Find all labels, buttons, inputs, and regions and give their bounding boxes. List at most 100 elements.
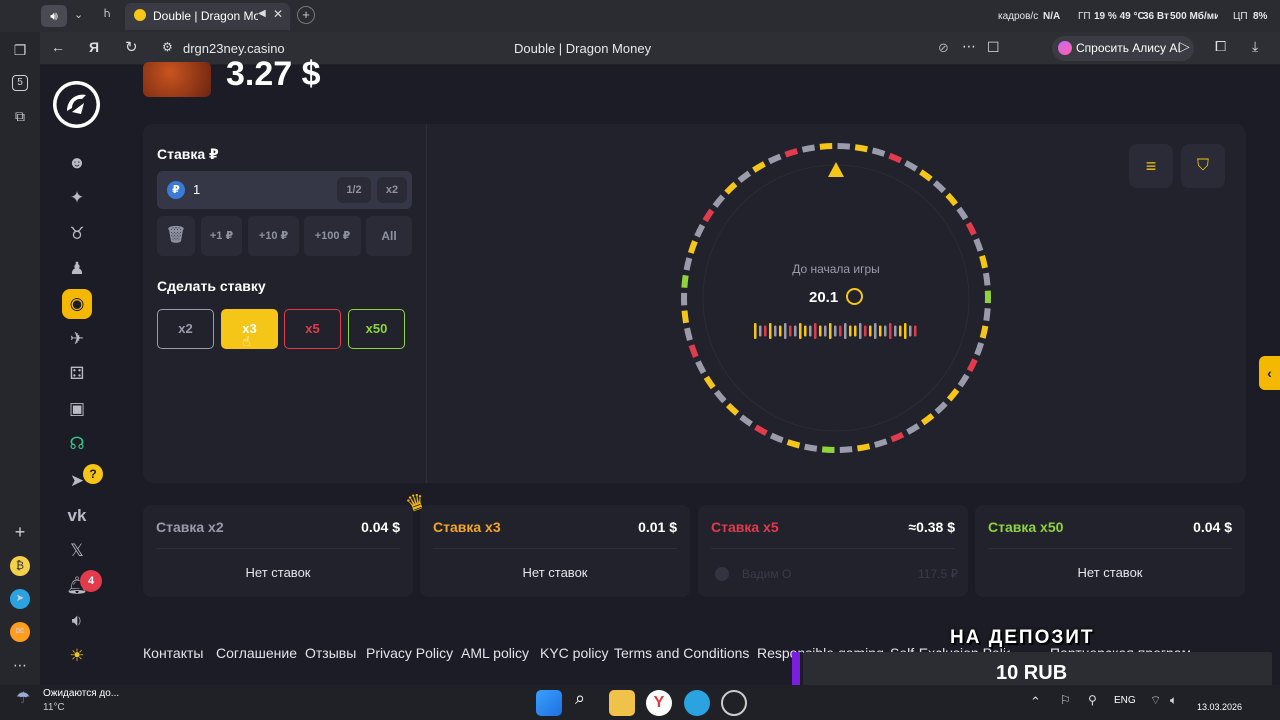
notification-count-badge: 4 <box>80 570 102 592</box>
wheel-segment <box>888 152 903 164</box>
half-button[interactable]: 1/2 <box>337 177 371 203</box>
wheel-segment <box>725 402 740 416</box>
tray-app-icon[interactable]: ⚐ <box>1060 693 1071 707</box>
five-icon[interactable]: 5 <box>12 75 28 91</box>
bet-x2-button[interactable]: x2 <box>157 309 214 349</box>
volume-icon[interactable]: 🔈︎ <box>1170 693 1177 708</box>
crash-icon[interactable]: ✈ <box>64 326 90 352</box>
footer-link[interactable]: AML policy <box>461 645 529 661</box>
tab-close-icon[interactable]: ✕ <box>273 7 283 21</box>
camera-off-icon[interactable]: ⊘ <box>938 40 949 56</box>
bookmark-icon[interactable]: ☐ <box>987 39 1000 56</box>
tab-active[interactable]: Double | Dragon Money ◀︎ ✕ <box>125 3 290 30</box>
weather-text[interactable]: Ожидаются до... <box>43 688 119 699</box>
language-indicator[interactable]: ENG <box>1114 695 1136 706</box>
windows-start-icon[interactable] <box>536 690 562 716</box>
folder-icon[interactable] <box>609 690 635 716</box>
bull-icon[interactable]: ♉ <box>64 221 90 247</box>
reload-icon[interactable]: ↻ <box>125 38 138 56</box>
bet-input[interactable]: ₽ 1 1/2 x2 <box>157 171 412 209</box>
slot-icon[interactable]: ▣ <box>64 396 90 422</box>
chevron-left-icon: ‹ <box>1267 365 1272 381</box>
sound-icon[interactable]: 🔉︎ <box>64 608 90 634</box>
theme-sun-icon[interactable]: ☀ <box>64 643 90 669</box>
site-info-icon[interactable]: ⚙ <box>162 40 173 54</box>
footer-link[interactable]: Контакты <box>143 645 203 661</box>
collections-icon[interactable]: ⧠ <box>1215 38 1226 55</box>
url-text[interactable]: drgn23ney.casino <box>183 41 285 56</box>
wheel-segment <box>979 255 988 269</box>
ask-alice-button[interactable]: Спросить Алису AI <box>1052 36 1194 61</box>
roulette-image <box>143 62 211 97</box>
tab-audio-icon[interactable]: ◀︎ <box>258 8 266 19</box>
new-tab-icon[interactable]: + <box>297 6 315 24</box>
help-badge[interactable]: ? <box>83 464 103 484</box>
coin-app-icon[interactable]: ₿ <box>10 556 30 576</box>
mail-icon[interactable]: ✉ <box>10 622 30 642</box>
vk-icon[interactable]: vk <box>64 503 90 529</box>
smile-icon[interactable]: ☻ <box>64 150 90 176</box>
plus-1-button[interactable]: +1 ₽ <box>201 216 242 256</box>
wheel-segment <box>854 144 868 153</box>
tabs-dropdown-icon[interactable]: ⌄ <box>74 8 83 21</box>
person-icon[interactable]: ♟ <box>64 256 90 282</box>
wheel-segment <box>920 413 935 426</box>
all-button[interactable]: All <box>366 216 412 256</box>
wheel-segment <box>906 423 920 435</box>
footer-link[interactable]: Privacy Policy <box>366 645 453 661</box>
dice-icon[interactable]: ⚃ <box>64 361 90 387</box>
yandex-browser-icon[interactable]: Y <box>646 690 672 716</box>
more-icon[interactable]: ⋯ <box>10 655 30 675</box>
cpu-value: 8% <box>1253 11 1268 22</box>
add-icon[interactable]: + <box>10 522 30 542</box>
collapse-chat-button[interactable]: ‹ <box>1259 356 1280 390</box>
footer-link[interactable]: KYC policy <box>540 645 608 661</box>
card-x50-title: Ставка x50 <box>988 519 1064 535</box>
plus-10-button[interactable]: +10 ₽ <box>248 216 299 256</box>
bet-x50-button[interactable]: x50 <box>348 309 405 349</box>
footer-link[interactable]: Terms and Conditions <box>614 645 749 661</box>
bet-x5-button[interactable]: x5 <box>284 309 341 349</box>
x-icon[interactable]: 𝕏 <box>64 538 90 564</box>
history-menu-button[interactable]: ≡ <box>1129 144 1173 188</box>
play-icon[interactable]: ▷ <box>1179 38 1190 55</box>
dragon-logo[interactable] <box>53 81 100 128</box>
speaker-icon[interactable]: 🔊︎ <box>41 5 67 27</box>
history-bar <box>764 325 767 337</box>
double-button[interactable]: x2 <box>377 177 407 203</box>
app-taskbar-icon[interactable] <box>721 690 747 716</box>
footer-link[interactable]: Соглашение <box>216 645 297 661</box>
tabs-icon[interactable]: ❐ <box>10 40 30 60</box>
wheel-segment <box>983 308 991 322</box>
tray-vpn-icon[interactable]: ⚲ <box>1088 693 1097 707</box>
wifi-icon[interactable]: ⌔ <box>1150 693 1161 708</box>
history-bar <box>894 325 897 337</box>
history-bar <box>909 325 912 337</box>
back-icon[interactable]: ← <box>51 39 65 55</box>
yandex-icon[interactable]: Я <box>89 39 99 55</box>
countdown-timer: 20.1 <box>809 289 839 306</box>
history-bar <box>824 325 827 337</box>
rocket-game-icon[interactable]: ✦ <box>64 185 90 211</box>
pinned-tab-icon[interactable]: Ⴙ <box>104 9 110 20</box>
download-icon[interactable]: ⤓ <box>1252 38 1258 55</box>
double-game-icon[interactable]: ◉ <box>62 289 92 319</box>
weather-temp: 11°C <box>43 702 65 713</box>
telegram-taskbar-icon[interactable] <box>684 690 710 716</box>
fairness-button[interactable]: ⛉ <box>1181 144 1225 188</box>
wheel-segment <box>702 208 715 223</box>
search-icon[interactable]: ⌕ <box>575 688 585 709</box>
telegram-icon[interactable]: ➤ <box>10 589 30 609</box>
menu-dots-icon[interactable]: ⋯ <box>962 38 976 55</box>
screenshot-icon[interactable]: ⧉ <box>10 106 30 126</box>
date-text: 13.03.2026 <box>1197 702 1243 712</box>
bet-value[interactable]: 1 <box>193 182 200 197</box>
support-icon[interactable]: ☊ <box>64 431 90 457</box>
footer-link[interactable]: Отзывы <box>305 645 356 661</box>
weather-icon[interactable]: ☂ <box>16 688 30 708</box>
cursor-icon: ☝ <box>242 333 251 349</box>
plus-100-button[interactable]: +100 ₽ <box>304 216 361 256</box>
tray-up-icon[interactable]: ⌃ <box>1030 694 1041 710</box>
bettor-amount: 117.5 ₽ <box>918 567 959 581</box>
clear-bet-button[interactable]: 🗑︎ <box>157 216 195 256</box>
